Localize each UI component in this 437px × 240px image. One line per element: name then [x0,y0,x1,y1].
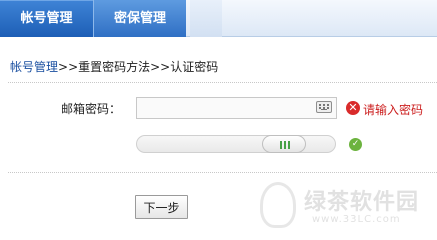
tab-spacer [190,0,222,37]
watermark-logo-icon [260,182,296,228]
email-password-input[interactable] [136,97,337,119]
error-message: 请输入密码 [363,103,424,117]
divider-top [8,82,437,83]
keyboard-icon[interactable] [316,101,332,113]
next-step-button[interactable]: 下一步 [135,195,188,219]
email-password-label: 邮箱密码： [61,102,122,116]
breadcrumb: 帐号管理>>重置密码方法>>认证密码 [10,58,218,75]
verify-slider-handle[interactable] [262,135,306,153]
watermark: 绿茶软件园 www.33LC.com [252,176,437,236]
error-icon: ✕ [346,101,360,115]
tab-account-management[interactable]: 帐号管理 [0,0,93,37]
tab-security-management[interactable]: 密保管理 [93,0,186,37]
verify-slider-track[interactable] [136,135,336,153]
top-tab-bar: 帐号管理 密保管理 [0,0,437,37]
divider-bottom [8,172,437,173]
watermark-url: www.33LC.com [312,214,401,225]
breadcrumb-link-account[interactable]: 帐号管理 [10,60,58,74]
watermark-text: 绿茶软件园 [304,190,420,215]
check-icon: ✓ [349,138,362,151]
breadcrumb-rest: >>重置密码方法>>认证密码 [58,60,219,74]
